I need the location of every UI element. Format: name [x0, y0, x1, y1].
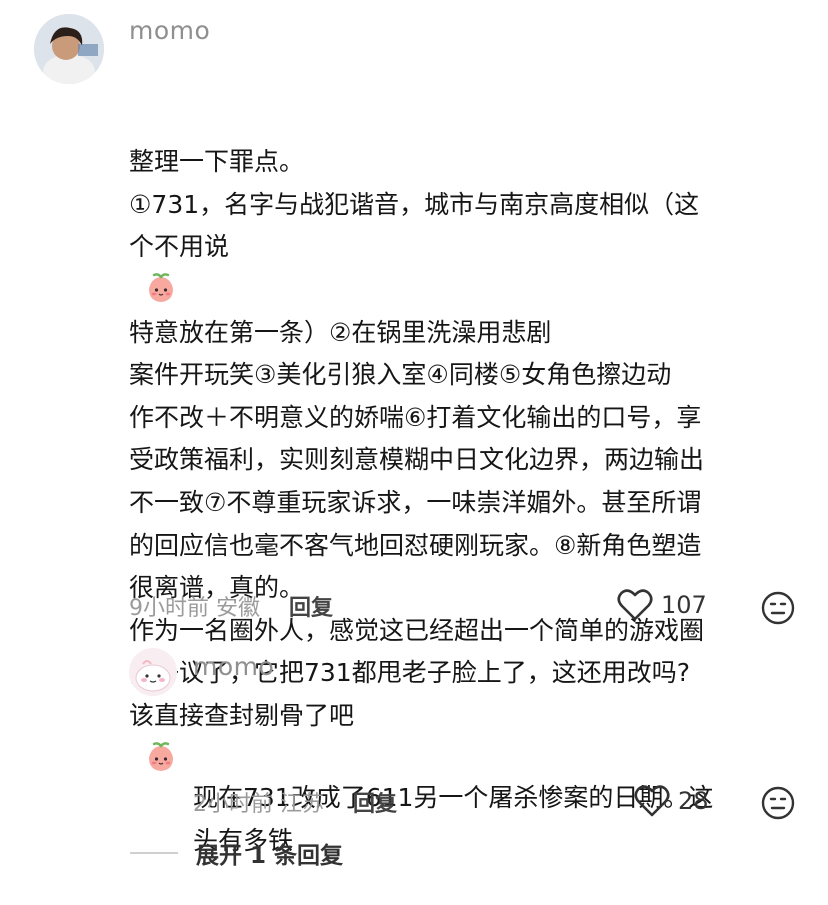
reply-location: 江苏: [280, 792, 325, 817]
expand-replies-button[interactable]: 展开 1 条回复: [130, 836, 343, 870]
reply-like-count: 28: [678, 787, 709, 815]
comment-line: 的回应信也毫不客气地回怼硬刚玩家。⑧新角色塑造: [129, 530, 702, 560]
comment-line: 个不用说 特意放在第一条）②在锅里洗澡用悲剧: [129, 232, 552, 347]
comment-time: 9小时前: [129, 596, 209, 621]
heart-outline-icon: [634, 785, 670, 817]
dislike-face-icon[interactable]: [761, 591, 795, 625]
comment-line: 不一致⑦不尊重玩家诉求，一味崇洋媚外。甚至所谓: [129, 487, 702, 517]
comment-meta: 9小时前 安徽 回复: [129, 590, 333, 622]
reply-avatar-image: [129, 648, 177, 696]
reply-avatar[interactable]: [129, 648, 177, 696]
heart-outline-icon: [617, 589, 653, 621]
reply-button[interactable]: 回复: [289, 596, 333, 621]
peach-face-emoji: [148, 741, 173, 771]
comment-username[interactable]: momo: [129, 16, 210, 45]
like-button[interactable]: 107: [617, 588, 707, 622]
comment-line: 作不改＋不明意义的娇喘⑥打着文化输出的口号，享: [129, 402, 702, 432]
reply-reply-button[interactable]: 回复: [353, 792, 397, 817]
comment-line: 整理一下罪点。: [129, 147, 305, 177]
like-count: 107: [661, 591, 707, 619]
comment-location: 安徽: [216, 596, 261, 621]
reply-username[interactable]: momo: [193, 652, 274, 681]
expand-divider: [130, 852, 178, 854]
expand-replies-label: 展开 1 条回复: [196, 843, 344, 869]
avatar-image: [34, 14, 104, 84]
comment-line: 受政策福利，实则刻意模糊中日文化边界，两边输出: [129, 445, 705, 475]
avatar[interactable]: [34, 14, 104, 84]
comment-line: 案件开玩笑③美化引狼入室④同楼⑤女角色擦边动: [129, 360, 672, 390]
reply-meta: 2小时前 江苏 回复: [193, 786, 397, 818]
comment-line: ①731，名字与战犯谐音，城市与南京高度相似（这: [129, 189, 700, 219]
reply-time: 2小时前: [193, 792, 273, 817]
peach-face-emoji: [148, 273, 173, 302]
reply-like-button[interactable]: 28: [634, 784, 709, 818]
dislike-face-icon[interactable]: [761, 786, 795, 820]
